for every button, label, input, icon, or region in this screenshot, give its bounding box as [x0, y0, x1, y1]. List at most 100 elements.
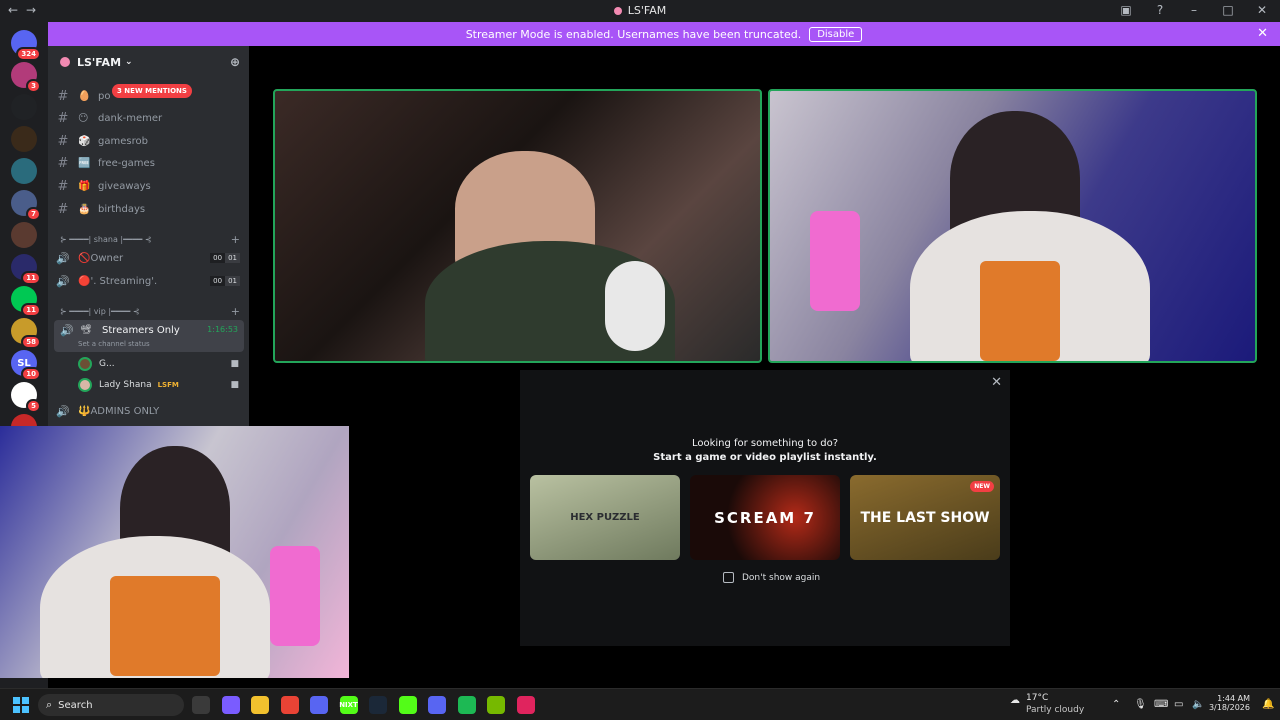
title-bar: ←→ LS'FAM ▣ ? – □ ✕ [0, 0, 1280, 22]
picture-in-picture-video[interactable] [0, 426, 349, 678]
server-icon[interactable]: 11 [11, 286, 41, 317]
hash-icon: # [57, 133, 69, 149]
taskbar-app-icon[interactable] [487, 696, 505, 714]
category-shana[interactable]: ⊱ ━━━━| shana |━━━━ ⊰ + [60, 233, 240, 246]
server-icon[interactable]: 7 [11, 190, 41, 221]
jersey-number [980, 261, 1060, 361]
server-icon[interactable] [11, 94, 37, 120]
taskbar-app-icon[interactable] [398, 696, 417, 714]
taskbar-app-icon[interactable] [310, 696, 328, 714]
window-title: LS'FAM [0, 4, 1280, 17]
unread-badge: 5 [26, 399, 41, 413]
unread-badge: 10 [21, 367, 41, 381]
checkbox[interactable] [723, 572, 734, 583]
taskbar-app-icon[interactable] [280, 696, 299, 714]
voice-channel[interactable]: 🔊 🔴 '. Streaming'. 00 01 [54, 271, 240, 291]
banner-text: Streamer Mode is enabled. Usernames have… [465, 27, 802, 41]
channel-emoji-icon: 📽 [80, 325, 92, 335]
activity-card-scream[interactable]: SCREAM 7 [690, 475, 840, 560]
hash-icon: # [57, 111, 69, 127]
text-channel[interactable]: # 🆓 free-games [54, 154, 274, 174]
channel-emoji-icon: 🚫 [78, 252, 91, 264]
user-tag: LSFM [157, 381, 179, 389]
chevron-up-icon[interactable]: ⌃ [1112, 699, 1120, 710]
server-icon[interactable]: 58 [11, 318, 41, 349]
dont-show-again-checkbox[interactable]: Don't show again [723, 572, 820, 583]
tumbler [810, 211, 860, 311]
speaker-icon: 🔊 [56, 404, 70, 418]
server-icon[interactable]: 11 [11, 254, 41, 285]
hash-icon: # [57, 156, 69, 172]
server-icon[interactable] [11, 222, 37, 248]
avatar [78, 378, 92, 392]
taskbar-app-icon[interactable] [457, 696, 476, 714]
microphone [605, 261, 665, 351]
category-vip[interactable]: ⊱ ━━━━| vip |━━━━ ⊰ + [60, 305, 240, 318]
channel-emoji-icon: 😶 [78, 113, 89, 125]
voice-user[interactable]: G... ■ [78, 355, 243, 373]
voice-user[interactable]: Lady Shana LSFM ■ [78, 376, 243, 394]
minimize-button[interactable]: – [1184, 3, 1204, 17]
text-channel[interactable]: # 🎂 birthdays [54, 199, 274, 219]
guild-icon [613, 7, 622, 15]
unread-badge: 58 [21, 335, 41, 349]
video-tile[interactable] [273, 89, 762, 363]
voice-channel-streamers-only[interactable]: 🔊 📽 Streamers Only 1:16:53 Set a channel… [54, 320, 244, 352]
server-icon[interactable]: 5 [11, 382, 41, 413]
guild-header[interactable]: LS'FAM ⌄ ⊕ [48, 46, 249, 78]
help-icon[interactable]: ? [1150, 3, 1170, 17]
taskbar-app-icon[interactable] [428, 696, 446, 714]
server-icon[interactable] [11, 158, 37, 184]
server-icon[interactable]: 324 [11, 30, 41, 61]
activity-card-hex-puzzle[interactable]: HEX PUZZLE [530, 475, 680, 560]
taskbar-app-icon[interactable] [251, 696, 269, 714]
taskbar-app-icon[interactable]: NIXT [339, 696, 358, 714]
camera-icon: ■ [230, 380, 239, 390]
streamer-mode-banner: Streamer Mode is enabled. Usernames have… [48, 22, 1280, 46]
unread-badge: 3 [26, 79, 41, 93]
keyboard-icon[interactable]: ⌨ [1154, 699, 1168, 710]
add-channel-icon[interactable]: + [231, 305, 240, 318]
network-icon[interactable]: ▭ [1174, 699, 1183, 710]
taskbar-app-icon[interactable] [192, 696, 210, 714]
new-badge: NEW [970, 481, 994, 492]
disable-button[interactable]: Disable [809, 26, 863, 42]
taskbar-app-icon[interactable] [369, 696, 387, 714]
close-icon[interactable]: ✕ [991, 375, 1002, 390]
taskbar-app-icon[interactable] [516, 696, 535, 714]
text-channel[interactable]: # 😶 dank-memer [54, 109, 274, 129]
speaker-icon: 🔊 [56, 251, 70, 265]
jersey-number [110, 576, 220, 676]
add-channel-icon[interactable]: + [231, 233, 240, 246]
video-tile[interactable] [768, 89, 1257, 363]
hash-icon: # [57, 201, 69, 217]
clock[interactable]: 1:44 AM 3/18/2026 [1209, 694, 1250, 712]
channel-status[interactable]: Set a channel status [78, 340, 150, 348]
unread-badge: 7 [26, 207, 41, 221]
new-mentions-badge[interactable]: 3 NEW MENTIONS [112, 84, 192, 98]
channel-emoji-icon: 🥚 [78, 90, 91, 102]
inbox-icon[interactable]: ▣ [1116, 3, 1136, 17]
unread-badge: 324 [16, 47, 41, 61]
close-icon[interactable]: ✕ [1257, 26, 1268, 41]
chevron-down-icon: ⌄ [125, 57, 133, 67]
start-button[interactable] [13, 697, 29, 713]
invite-icon[interactable]: ⊕ [230, 55, 240, 69]
taskbar-app-icon[interactable] [221, 696, 240, 714]
voice-channel-admins[interactable]: 🔊 🔱 ADMINS ONLY [54, 401, 240, 421]
server-icon[interactable]: SL 10 [11, 350, 41, 381]
volume-icon[interactable]: 🔈 [1192, 699, 1204, 710]
server-icon[interactable]: 3 [11, 62, 41, 93]
server-icon[interactable] [11, 126, 37, 152]
channel-emoji-icon: 🎁 [78, 180, 91, 192]
voice-channel[interactable]: 🔊 🚫 Owner 00 01 [54, 248, 240, 268]
notification-icon[interactable]: 🔔 [1262, 699, 1274, 710]
text-channel[interactable]: # 🎲 gamesrob [54, 131, 274, 151]
channel-emoji-icon: 🎲 [78, 135, 91, 147]
taskbar-search[interactable]: ⌕ Search [38, 694, 184, 716]
text-channel[interactable]: # 🎁 giveaways [54, 176, 274, 196]
maximize-button[interactable]: □ [1218, 3, 1238, 17]
mic-icon[interactable]: 🎙 [1134, 699, 1147, 710]
activity-card-last-show[interactable]: THE LAST SHOW NEW [850, 475, 1000, 560]
close-button[interactable]: ✕ [1252, 3, 1272, 17]
